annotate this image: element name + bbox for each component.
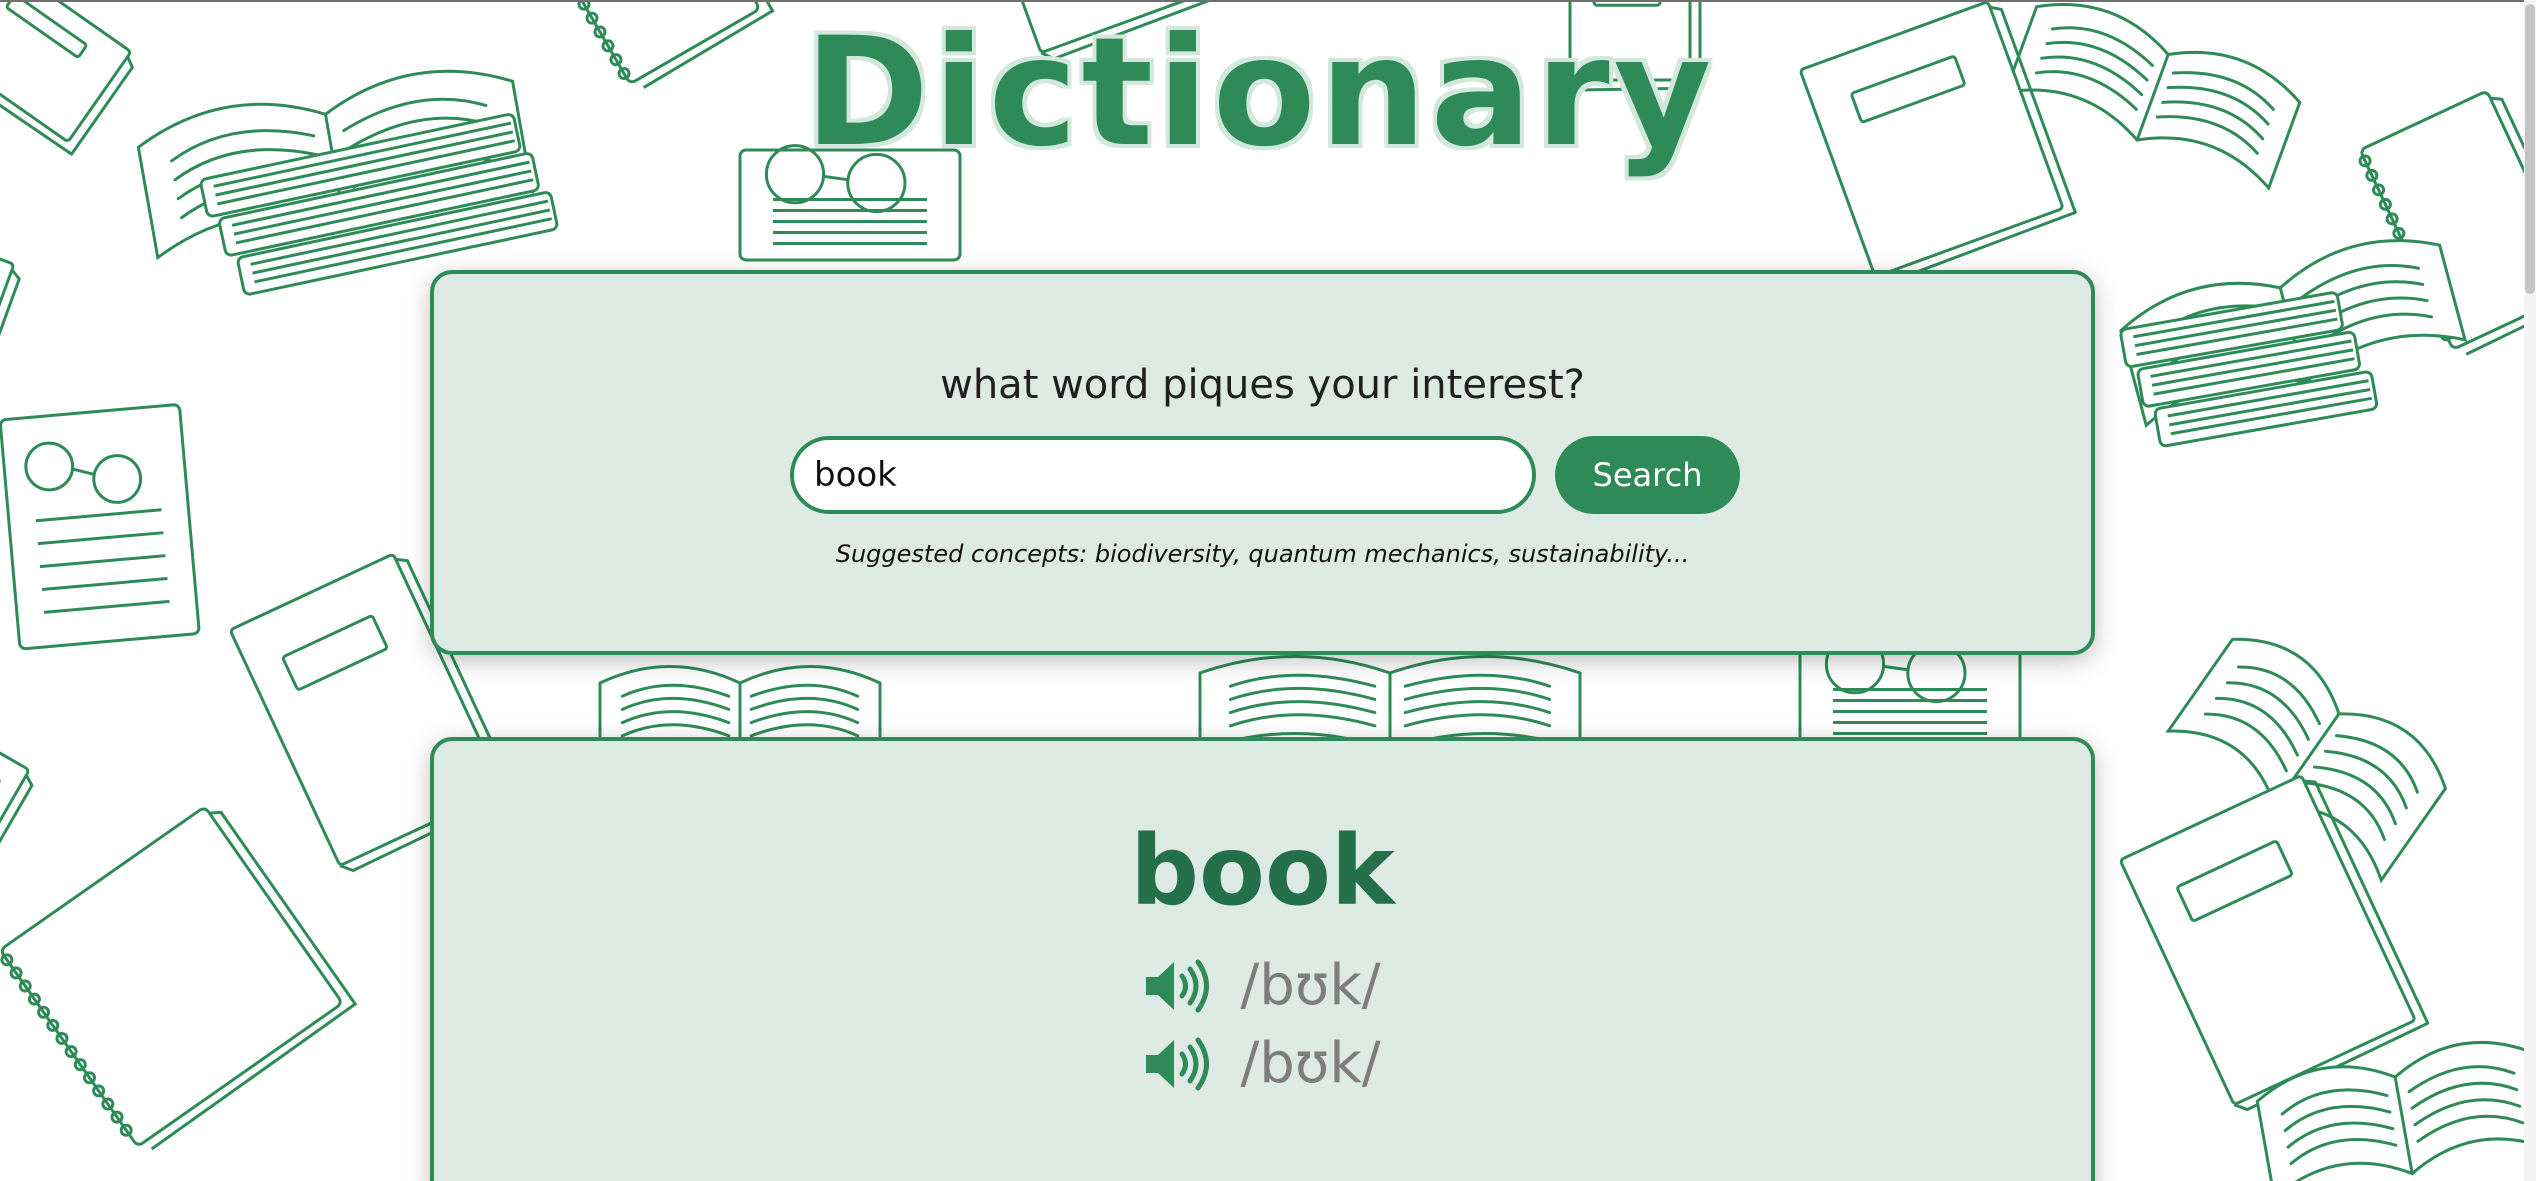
- scrollbar[interactable]: [2524, 0, 2536, 1181]
- scrollbar-thumb[interactable]: [2525, 4, 2535, 294]
- search-card: what word piques your interest? Search S…: [430, 270, 2095, 655]
- page-with-glasses-doodle: [0, 403, 201, 651]
- search-prompt: what word piques your interest?: [940, 362, 1585, 408]
- phonetic-text: /bʊk/: [1240, 953, 1381, 1018]
- book-doodle: [0, 229, 21, 409]
- suggested-concepts: Suggested concepts: biodiversity, quantu…: [835, 540, 1690, 568]
- phonetic-row: /bʊk/: [434, 1029, 2091, 1099]
- page: Dictionary what word piques your interes…: [0, 0, 2536, 1181]
- notebook-doodle: [0, 807, 358, 1151]
- site-title: Dictionary: [804, 6, 1716, 180]
- speaker-icon[interactable]: [1144, 958, 1210, 1014]
- speaker-icon[interactable]: [1144, 1036, 1210, 1092]
- top-border: [0, 0, 2536, 2]
- book-doodle: [0, 729, 34, 897]
- search-input[interactable]: [790, 436, 1536, 514]
- result-word: book: [1130, 815, 1395, 927]
- phonetic-row: /bʊk/: [434, 951, 2091, 1021]
- phonetic-text: /bʊk/: [1240, 1031, 1381, 1096]
- search-button[interactable]: Search: [1555, 436, 1740, 514]
- result-card: book /bʊk/ /bʊk/: [430, 737, 2095, 1181]
- open-book-doodle: [1198, 655, 1582, 753]
